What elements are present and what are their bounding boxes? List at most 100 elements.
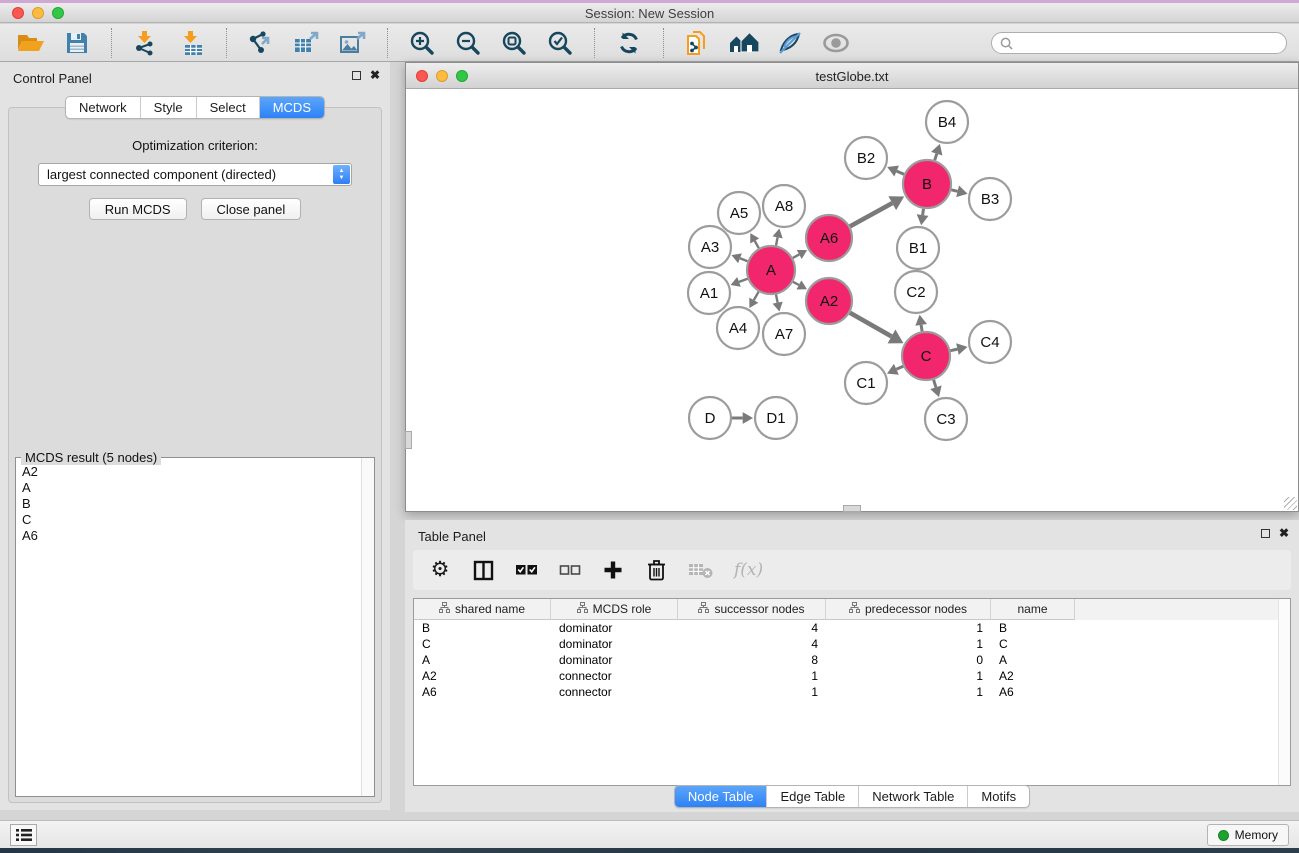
toolbar-separator	[226, 28, 227, 58]
tab-node-table[interactable]: Node Table	[675, 786, 767, 807]
svg-text:B3: B3	[981, 191, 999, 208]
task-list-icon	[16, 828, 32, 842]
hide-details-icon[interactable]	[771, 27, 809, 59]
status-bar: Memory	[0, 820, 1299, 848]
unselect-all-columns-icon[interactable]	[559, 558, 581, 582]
tab-network[interactable]: Network	[66, 97, 140, 118]
tab-mcds[interactable]: MCDS	[259, 97, 324, 118]
table-cell: 1	[826, 620, 991, 636]
table-row[interactable]: Cdominator41C	[414, 636, 1290, 652]
search-icon	[1000, 37, 1013, 55]
network-resize-grip[interactable]	[1284, 497, 1297, 510]
zoom-in-icon[interactable]	[403, 27, 441, 59]
tab-edge-table[interactable]: Edge Table	[766, 786, 858, 807]
mcds-result-list[interactable]: A2ABCA6	[16, 460, 361, 796]
zoom-selected-icon[interactable]	[541, 27, 579, 59]
table-row[interactable]: A6connector11A6	[414, 684, 1290, 700]
table-row[interactable]: Bdominator41B	[414, 620, 1290, 636]
close-panel-button[interactable]: Close panel	[201, 198, 302, 220]
table-tabs: Node TableEdge TableNetwork TableMotifs	[405, 785, 1299, 808]
mcds-result-item[interactable]: B	[22, 496, 361, 512]
column-header-shared-name[interactable]: shared name	[414, 599, 551, 620]
node-table[interactable]: shared nameMCDS rolesuccessor nodesprede…	[413, 598, 1291, 786]
column-header-successor-nodes[interactable]: successor nodes	[678, 599, 826, 620]
main-toolbar	[0, 24, 1299, 62]
optimization-criterion-select[interactable]: largest connected component (directed) ▲…	[38, 163, 352, 186]
control-panel-title: Control Panel	[13, 71, 92, 86]
tab-style[interactable]: Style	[140, 97, 196, 118]
table-cell: 4	[678, 636, 826, 652]
table-row[interactable]: Adominator80A	[414, 652, 1290, 668]
memory-button[interactable]: Memory	[1207, 824, 1289, 846]
network-left-scrollbar-thumb[interactable]	[405, 431, 412, 449]
birdseye-icon[interactable]	[817, 27, 855, 59]
toolbar-separator	[387, 28, 388, 58]
toolbar-icon-group	[12, 27, 855, 59]
hierarchy-icon	[698, 602, 709, 616]
control-panel-tabs: NetworkStyleSelectMCDS	[0, 96, 390, 119]
create-column-icon[interactable]	[602, 558, 624, 582]
mcds-result-item[interactable]: C	[22, 512, 361, 528]
float-table-panel-icon[interactable]	[1261, 529, 1270, 538]
export-table-icon[interactable]	[288, 27, 326, 59]
settings-gear-icon[interactable]: ⚙	[429, 558, 451, 582]
table-row[interactable]: A2connector11A2	[414, 668, 1290, 684]
import-table-icon[interactable]	[173, 27, 211, 59]
delete-columns-icon[interactable]	[645, 558, 667, 582]
application-window: Session: New Session Control Panel ✖ Net…	[0, 0, 1299, 853]
new-network-icon[interactable]	[679, 27, 717, 59]
table-cell: A2	[414, 668, 551, 684]
table-cell: 1	[826, 636, 991, 652]
mcds-result-item[interactable]: A	[22, 480, 361, 496]
svg-text:A3: A3	[701, 239, 719, 256]
mcds-tab-content: Optimization criterion: largest connecte…	[8, 107, 382, 803]
svg-text:D: D	[705, 410, 716, 427]
mcds-result-box: MCDS result (5 nodes) A2ABCA6	[15, 457, 375, 797]
run-mcds-button[interactable]: Run MCDS	[89, 198, 187, 220]
show-task-history-button[interactable]	[10, 824, 37, 846]
hierarchy-icon	[849, 602, 860, 616]
tab-select[interactable]: Select	[196, 97, 259, 118]
network-view-window[interactable]: testGlobe.txt AA1A2A3A4A5A6A7A8BB1B2B3B4…	[405, 62, 1299, 512]
table-panel: Table Panel ✖ ⚙f(x) shared nameMCDS role…	[405, 520, 1299, 812]
table-cell: 1	[678, 684, 826, 700]
main-titlebar[interactable]: Session: New Session	[0, 3, 1299, 23]
column-header-predecessor-nodes[interactable]: predecessor nodes	[826, 599, 991, 620]
mcds-result-item[interactable]: A2	[22, 464, 361, 480]
search-input[interactable]	[991, 32, 1287, 54]
save-session-icon[interactable]	[58, 27, 96, 59]
table-scrollbar[interactable]	[1278, 599, 1290, 785]
table-cell: connector	[551, 668, 678, 684]
show-columns-icon[interactable]	[472, 558, 494, 582]
network-graph: AA1A2A3A4A5A6A7A8BB1B2B3B4CC1C2C3C4DD1	[406, 90, 1298, 512]
refresh-icon[interactable]	[610, 27, 648, 59]
column-header-name[interactable]: name	[991, 599, 1075, 620]
zoom-out-icon[interactable]	[449, 27, 487, 59]
network-canvas[interactable]: AA1A2A3A4A5A6A7A8BB1B2B3B4CC1C2C3C4DD1	[406, 90, 1298, 511]
mcds-result-item[interactable]: A6	[22, 528, 361, 544]
hierarchy-icon	[577, 602, 588, 616]
tab-motifs[interactable]: Motifs	[967, 786, 1029, 807]
svg-text:D1: D1	[766, 410, 785, 427]
network-window-titlebar[interactable]: testGlobe.txt	[406, 63, 1298, 89]
column-header-MCDS-role[interactable]: MCDS role	[551, 599, 678, 620]
result-scrollbar[interactable]	[361, 458, 374, 796]
export-network-icon[interactable]	[242, 27, 280, 59]
table-cell: A	[414, 652, 551, 668]
svg-text:A8: A8	[775, 198, 793, 215]
open-session-icon[interactable]	[12, 27, 50, 59]
close-table-panel-icon[interactable]: ✖	[1279, 528, 1289, 539]
import-network-icon[interactable]	[127, 27, 165, 59]
zoom-fit-icon[interactable]	[495, 27, 533, 59]
delete-table-icon	[688, 558, 713, 582]
export-image-icon[interactable]	[334, 27, 372, 59]
tab-network-table[interactable]: Network Table	[858, 786, 967, 807]
network-bottom-scrollbar-thumb[interactable]	[843, 505, 861, 512]
close-panel-icon[interactable]: ✖	[370, 70, 380, 81]
svg-text:B4: B4	[938, 114, 956, 131]
float-panel-icon[interactable]	[352, 71, 361, 80]
home-icon[interactable]	[725, 27, 763, 59]
select-all-columns-icon[interactable]	[515, 558, 538, 582]
toolbar-separator	[594, 28, 595, 58]
table-cell: A	[991, 652, 1075, 668]
